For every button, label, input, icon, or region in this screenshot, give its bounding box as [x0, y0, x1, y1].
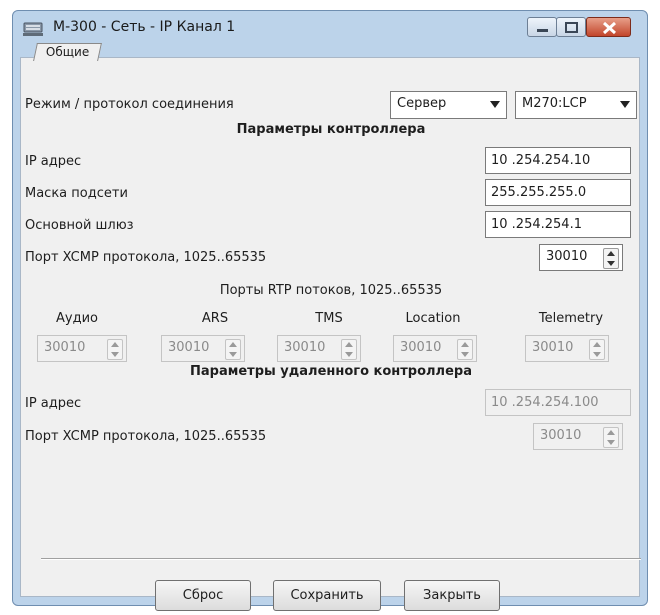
maximize-button[interactable]	[556, 17, 586, 37]
subnet-mask-label: Маска подсети	[25, 186, 128, 201]
rtp-ports-heading: Порты RTP потоков, 1025..65535	[219, 283, 443, 298]
rtp-audio-spinbox[interactable]: 30010	[37, 335, 127, 362]
window-title: М-300 - Сеть - IP Канал 1	[53, 19, 236, 35]
title-bar[interactable]: М-300 - Сеть - IP Канал 1	[13, 11, 647, 45]
rtp-audio-value: 30010	[44, 340, 86, 355]
close-button[interactable]: Закрыть	[404, 580, 500, 611]
arrow-down-icon	[111, 352, 119, 357]
close-icon	[602, 21, 617, 35]
chevron-down-icon	[620, 101, 630, 108]
arrow-down-icon	[345, 352, 353, 357]
arrow-up-icon	[607, 430, 615, 435]
arrow-down-icon	[607, 261, 615, 266]
dialog-client-area: Общие Режим / протокол соединения Сервер…	[20, 43, 641, 611]
rtp-ars-spinbox[interactable]: 30010	[161, 335, 245, 362]
network-device-icon	[23, 21, 43, 37]
mode-select-value: Сервер	[397, 96, 447, 111]
ip-address-input[interactable]	[485, 147, 631, 174]
arrow-up-icon	[345, 342, 353, 347]
spin-buttons[interactable]	[603, 248, 619, 269]
ip-address-label: IP адрес	[25, 154, 82, 169]
spin-buttons[interactable]	[457, 339, 473, 360]
protocol-select-value: M270:LCP	[522, 96, 587, 111]
remote-ip-label: IP адрес	[25, 396, 82, 411]
rtp-tms-spinbox[interactable]: 30010	[277, 335, 361, 362]
minimize-button[interactable]	[527, 17, 557, 37]
maximize-icon	[565, 22, 578, 33]
rtp-ars-label: ARS	[201, 311, 229, 326]
rtp-telemetry-value: 30010	[532, 340, 574, 355]
rtp-location-value: 30010	[400, 340, 442, 355]
remote-xcmp-port-label: Порт XCMP протокола, 1025..65535	[25, 429, 267, 444]
tab-general[interactable]: Общие	[33, 43, 103, 61]
gateway-label: Основной шлюз	[25, 218, 134, 233]
rtp-ars-value: 30010	[168, 340, 210, 355]
rtp-tms-label: TMS	[315, 311, 343, 326]
arrow-up-icon	[607, 251, 615, 256]
protocol-select[interactable]: M270:LCP	[515, 91, 637, 119]
chevron-down-icon	[490, 101, 500, 108]
remote-xcmp-port-spinbox[interactable]: 30010	[533, 423, 623, 450]
close-window-button[interactable]	[586, 17, 631, 37]
arrow-down-icon	[461, 352, 469, 357]
reset-button[interactable]: Сброс	[155, 580, 251, 611]
remote-xcmp-port-value: 30010	[540, 428, 582, 443]
rtp-telemetry-label: Telemetry	[538, 311, 604, 326]
remote-ip-input[interactable]	[485, 389, 631, 416]
controller-heading: Параметры контроллера	[236, 122, 426, 137]
gateway-input[interactable]	[485, 211, 631, 238]
minimize-icon	[537, 29, 548, 32]
arrow-down-icon	[229, 352, 237, 357]
xcmp-port-label: Порт XCMP протокола, 1025..65535	[25, 250, 267, 265]
rtp-telemetry-spinbox[interactable]: 30010	[525, 335, 609, 362]
mode-select[interactable]: Сервер	[390, 91, 507, 119]
arrow-up-icon	[593, 342, 601, 347]
arrow-up-icon	[111, 342, 119, 347]
arrow-down-icon	[607, 440, 615, 445]
arrow-up-icon	[461, 342, 469, 347]
divider	[41, 558, 641, 560]
spin-buttons[interactable]	[589, 339, 605, 360]
remote-controller-heading: Параметры удаленного контроллера	[190, 364, 472, 379]
spin-buttons[interactable]	[341, 339, 357, 360]
spin-buttons[interactable]	[107, 339, 123, 360]
rtp-audio-label: Аудио	[56, 311, 98, 326]
rtp-tms-value: 30010	[284, 340, 326, 355]
subnet-mask-input[interactable]	[485, 179, 631, 206]
connection-mode-label: Режим / протокол соединения	[25, 97, 234, 112]
spin-buttons[interactable]	[225, 339, 241, 360]
rtp-location-label: Location	[405, 311, 461, 326]
save-button[interactable]: Сохранить	[273, 580, 381, 611]
arrow-up-icon	[229, 342, 237, 347]
arrow-down-icon	[593, 352, 601, 357]
spin-buttons[interactable]	[603, 427, 619, 448]
xcmp-port-value: 30010	[546, 249, 588, 264]
xcmp-port-spinbox[interactable]: 30010	[539, 244, 623, 271]
rtp-location-spinbox[interactable]: 30010	[393, 335, 477, 362]
app-window: М-300 - Сеть - IP Канал 1 Общие Режим / …	[12, 10, 648, 611]
